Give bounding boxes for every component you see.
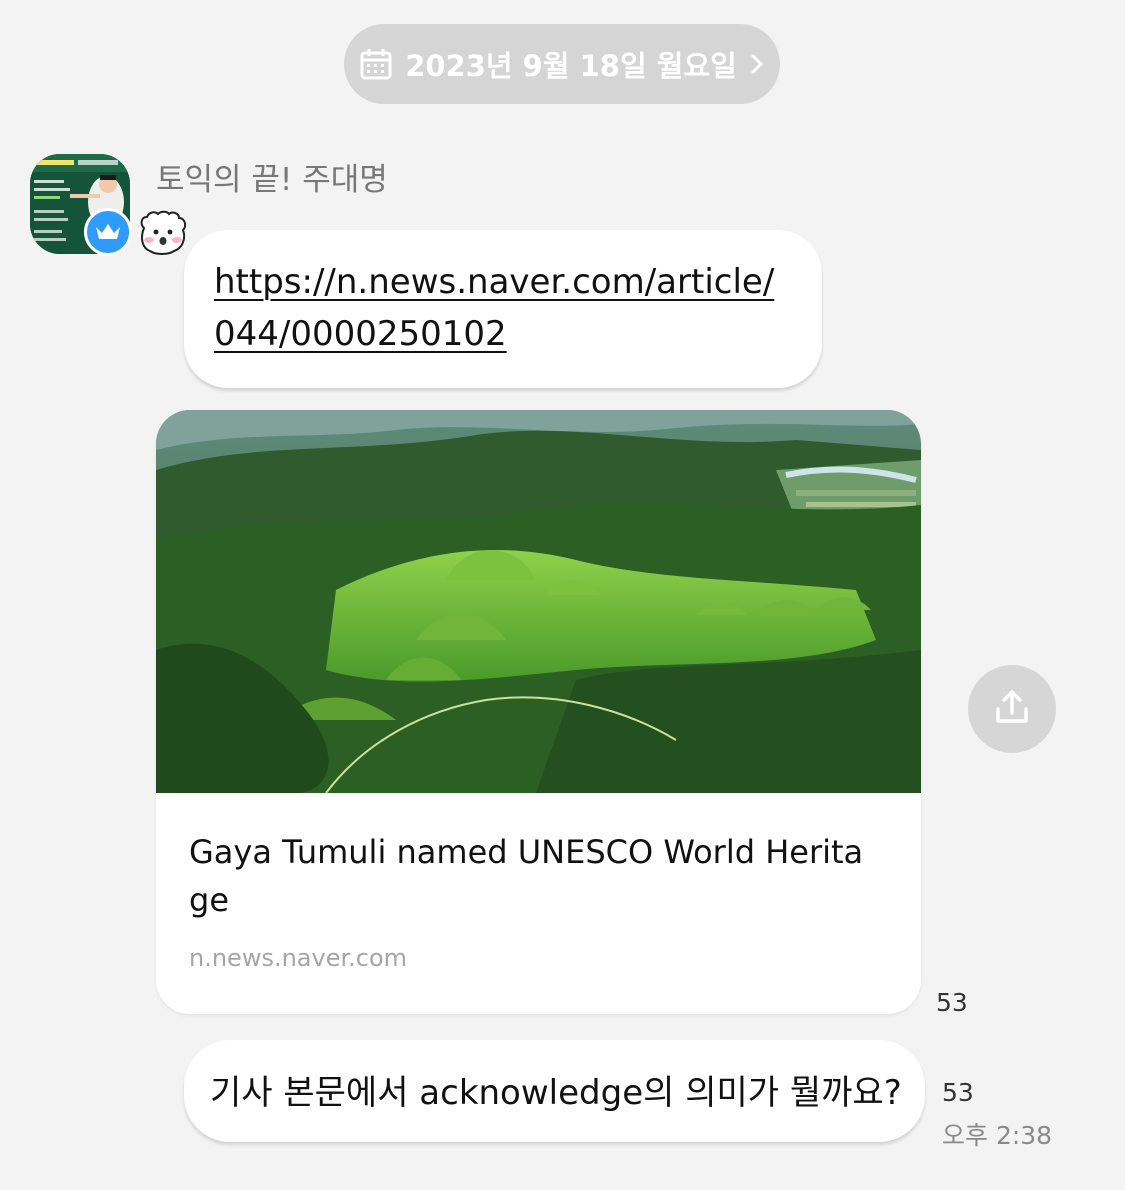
bear-face-icon [136, 208, 190, 258]
preview-title: Gaya Tumuli named UNESCO World Heritage [189, 833, 864, 919]
calendar-icon [359, 47, 393, 81]
preview-domain: n.news.naver.com [189, 944, 408, 972]
preview-image [156, 410, 921, 793]
message-time: 오후 2:38 [942, 1121, 1053, 1150]
message-link[interactable]: https://n.news.naver.com/article/044/000… [214, 256, 794, 360]
share-icon [992, 687, 1032, 731]
share-button[interactable] [968, 665, 1056, 753]
message-text: 기사 본문에서 acknowledge의 의미가 뭘까요? [210, 1073, 902, 1113]
link-message-bubble[interactable]: https://n.news.naver.com/article/044/000… [184, 230, 822, 388]
unread-count: 53 [942, 1078, 974, 1107]
crown-icon [84, 208, 132, 256]
chevron-right-icon [749, 52, 765, 76]
unread-count: 53 [936, 988, 968, 1017]
link-preview-card[interactable]: Gaya Tumuli named UNESCO World Heritage … [156, 410, 921, 1014]
sender-name[interactable]: 토익의 끝! 주대명 [156, 154, 388, 199]
text-message-bubble[interactable]: 기사 본문에서 acknowledge의 의미가 뭘까요? [184, 1040, 925, 1142]
date-text: 2023년 9월 18일 월요일 [405, 49, 737, 83]
date-divider[interactable]: 2023년 9월 18일 월요일 [344, 24, 780, 104]
